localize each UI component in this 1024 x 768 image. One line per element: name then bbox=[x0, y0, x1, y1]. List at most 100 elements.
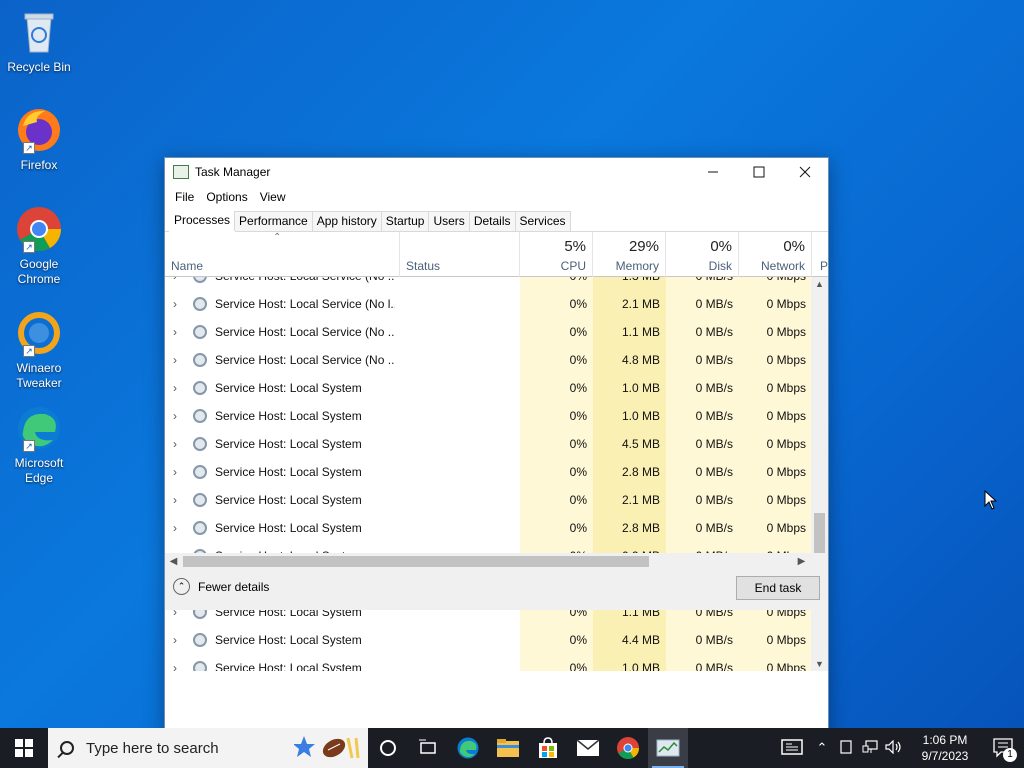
table-header: ⌃ Name Status 5% CPU 29% Memory 0% Disk … bbox=[165, 232, 828, 277]
close-button[interactable] bbox=[782, 158, 828, 186]
table-row[interactable]: › Service Host: Local Service (No ... 0% 1.… bbox=[165, 277, 811, 290]
chevron-right-icon[interactable]: › bbox=[173, 430, 183, 458]
table-row[interactable]: › Service Host: Local System 0% 2.8 MB 0 MB/… bbox=[165, 458, 811, 486]
cortana-button[interactable] bbox=[368, 728, 408, 768]
start-button[interactable] bbox=[0, 728, 48, 768]
memory-value: 1.0 MB bbox=[621, 381, 660, 395]
process-list[interactable]: › Service Host: Local Service (No ... 0% 1.… bbox=[165, 277, 828, 671]
tab-details[interactable]: Details bbox=[468, 211, 516, 231]
chevron-right-icon[interactable]: › bbox=[173, 346, 183, 374]
vertical-scrollbar[interactable]: ▲ ▼ bbox=[811, 277, 828, 671]
scroll-down-icon[interactable]: ▼ bbox=[811, 659, 828, 669]
show-hidden-icons-chevron-up-icon[interactable]: ⌃ bbox=[810, 740, 834, 756]
table-row[interactable]: › Service Host: Local Service (No ... 0% 1.… bbox=[165, 318, 811, 346]
chevron-right-icon[interactable]: › bbox=[173, 514, 183, 542]
memory-value: 2.1 MB bbox=[621, 493, 660, 507]
table-row[interactable]: › Service Host: Local Service (No ... 0% 4.… bbox=[165, 346, 811, 374]
vertical-scroll-thumb[interactable] bbox=[814, 513, 825, 553]
horizontal-scroll-thumb[interactable] bbox=[183, 556, 649, 567]
process-name: Service Host: Local System bbox=[215, 521, 362, 535]
chevron-right-icon[interactable]: › bbox=[173, 626, 183, 654]
edge-icon bbox=[457, 737, 479, 759]
tab-strip: Processes Performance App history Startu… bbox=[165, 208, 828, 232]
disk-value: 0 MB/s bbox=[695, 381, 733, 395]
desktop-icon-firefox[interactable]: ↗ Firefox bbox=[4, 106, 74, 173]
fewer-details-button[interactable]: ⌃ Fewer details bbox=[173, 578, 269, 595]
scroll-up-icon[interactable]: ▲ bbox=[811, 279, 828, 289]
menu-options[interactable]: Options bbox=[200, 190, 253, 204]
column-header-memory[interactable]: 29% Memory bbox=[593, 232, 666, 277]
chevron-right-icon[interactable]: › bbox=[173, 402, 183, 430]
process-name: Service Host: Local System bbox=[215, 409, 362, 423]
network-icon[interactable] bbox=[858, 739, 882, 757]
tab-services[interactable]: Services bbox=[514, 211, 571, 231]
chevron-right-icon[interactable]: › bbox=[173, 458, 183, 486]
table-row[interactable]: › Service Host: Local Service (No l... 0% 2… bbox=[165, 290, 811, 318]
table-row[interactable]: › Service Host: Local System 0% 4.4 MB 0 MB/… bbox=[165, 626, 811, 654]
column-header-status[interactable]: Status bbox=[400, 232, 520, 277]
task-manager-window[interactable]: Task Manager File Options View Processes… bbox=[164, 157, 829, 737]
disk-value: 0 MB/s bbox=[695, 521, 733, 535]
clock[interactable]: 1:06 PM 9/7/2023 bbox=[906, 732, 984, 764]
taskbar-task-manager[interactable] bbox=[648, 728, 688, 768]
column-header-name[interactable]: ⌃ Name bbox=[165, 232, 400, 277]
task-manager-icon bbox=[656, 739, 680, 757]
chevron-right-icon[interactable]: › bbox=[173, 290, 183, 318]
volume-icon[interactable] bbox=[882, 739, 906, 757]
title-bar[interactable]: Task Manager bbox=[165, 158, 828, 186]
table-row[interactable]: › Service Host: Local System 0% 1.0 MB 0 MB/… bbox=[165, 654, 811, 671]
taskbar-edge[interactable] bbox=[448, 728, 488, 768]
column-header-network[interactable]: 0% Network bbox=[739, 232, 812, 277]
taskbar-chrome[interactable] bbox=[608, 728, 648, 768]
maximize-button[interactable] bbox=[736, 158, 782, 186]
disk-value: 0 MB/s bbox=[695, 297, 733, 311]
cpu-value: 0% bbox=[569, 493, 587, 507]
process-name: Service Host: Local System bbox=[215, 437, 362, 451]
tablet-icon[interactable] bbox=[834, 739, 858, 757]
action-center-button[interactable]: 1 bbox=[984, 728, 1024, 768]
search-icon bbox=[60, 741, 74, 755]
table-row[interactable]: › Service Host: Local System 0% 1.0 MB 0 MB/… bbox=[165, 374, 811, 402]
mouse-cursor-icon bbox=[984, 490, 998, 510]
tab-users[interactable]: Users bbox=[428, 211, 470, 231]
tab-startup[interactable]: Startup bbox=[380, 211, 430, 231]
scroll-right-icon[interactable]: ▶ bbox=[793, 553, 810, 570]
minimize-button[interactable] bbox=[690, 158, 736, 186]
taskbar-mail[interactable] bbox=[568, 728, 608, 768]
column-header-cpu[interactable]: 5% CPU bbox=[520, 232, 593, 277]
scroll-left-icon[interactable]: ◀ bbox=[165, 553, 182, 570]
desktop-icon-edge[interactable]: ↗ Microsoft Edge bbox=[4, 404, 74, 486]
desktop-icon-chrome[interactable]: ↗ Google Chrome bbox=[4, 205, 74, 287]
chevron-right-icon[interactable]: › bbox=[173, 277, 183, 290]
memory-value: 1.0 MB bbox=[621, 661, 660, 671]
menu-file[interactable]: File bbox=[169, 190, 200, 204]
table-row[interactable]: › Service Host: Local System 0% 1.0 MB 0 MB/… bbox=[165, 402, 811, 430]
news-widget-icon[interactable] bbox=[774, 738, 810, 758]
table-row[interactable]: › Service Host: Local System 0% 4.5 MB 0 MB/… bbox=[165, 430, 811, 458]
tab-app-history[interactable]: App history bbox=[311, 211, 382, 231]
process-name: Service Host: Local Service (No ... bbox=[215, 353, 395, 367]
table-row[interactable]: › Service Host: Local System 0% 2.8 MB 0 MB/… bbox=[165, 514, 811, 542]
end-task-button[interactable]: End task bbox=[736, 576, 820, 600]
tab-performance[interactable]: Performance bbox=[234, 211, 313, 231]
column-header-disk[interactable]: 0% Disk bbox=[666, 232, 739, 277]
taskbar-search-box[interactable]: Type here to search bbox=[48, 728, 368, 768]
chevron-right-icon[interactable]: › bbox=[173, 318, 183, 346]
process-name: Service Host: Local System bbox=[215, 465, 362, 479]
desktop-icon-recycle-bin[interactable]: Recycle Bin bbox=[4, 8, 74, 75]
chevron-right-icon[interactable]: › bbox=[173, 654, 183, 671]
menu-view[interactable]: View bbox=[254, 190, 292, 204]
chevron-right-icon[interactable]: › bbox=[173, 486, 183, 514]
chevron-right-icon[interactable]: › bbox=[173, 374, 183, 402]
column-header-power[interactable]: P bbox=[812, 232, 828, 277]
desktop-icon-winaero[interactable]: ↗ Winaero Tweaker bbox=[4, 309, 74, 391]
taskbar-store[interactable] bbox=[528, 728, 568, 768]
tab-processes[interactable]: Processes bbox=[169, 208, 236, 232]
horizontal-scrollbar[interactable]: ◀ ▶ bbox=[165, 553, 828, 570]
task-view-button[interactable] bbox=[408, 728, 448, 768]
service-gear-icon bbox=[193, 661, 207, 671]
taskbar-file-explorer[interactable] bbox=[488, 728, 528, 768]
cpu-value: 0% bbox=[569, 465, 587, 479]
service-gear-icon bbox=[193, 297, 207, 311]
table-row[interactable]: › Service Host: Local System 0% 2.1 MB 0 MB/… bbox=[165, 486, 811, 514]
